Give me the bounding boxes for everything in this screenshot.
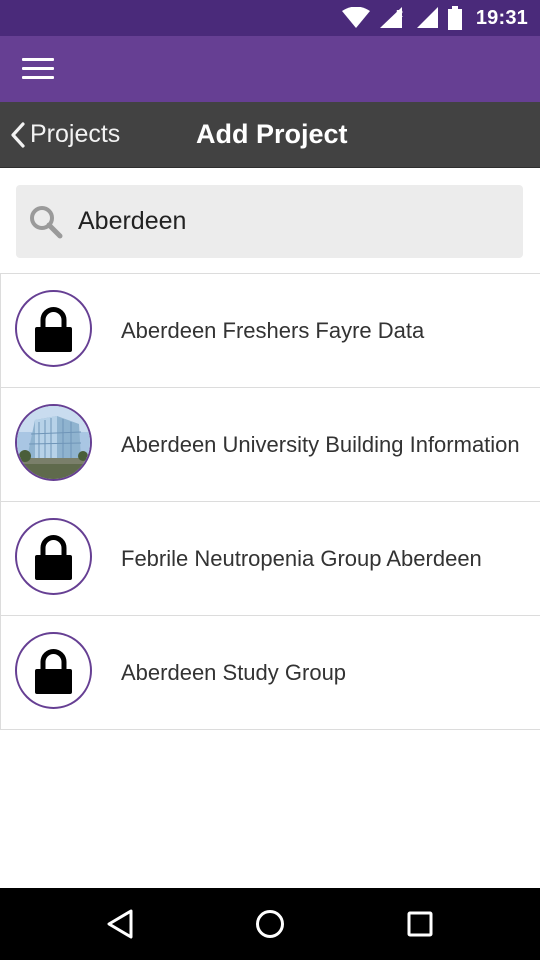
project-list: Aberdeen Freshers Fayre Data Aberdeen Un…: [0, 273, 540, 730]
cell-signal-roaming-icon: R: [379, 7, 403, 28]
recents-square-icon[interactable]: [380, 888, 460, 960]
project-name: Febrile Neutropenia Group Aberdeen: [121, 546, 482, 571]
project-name: Aberdeen University Building Information: [121, 432, 520, 457]
status-icons: R 19:31: [341, 0, 528, 36]
wifi-icon: [341, 7, 370, 28]
roaming-indicator: R: [396, 9, 403, 20]
list-item[interactable]: Aberdeen Freshers Fayre Data: [0, 274, 540, 388]
list-item[interactable]: Febrile Neutropenia Group Aberdeen: [0, 502, 540, 616]
avatar: [15, 518, 92, 595]
back-button-label: Projects: [30, 120, 121, 148]
lock-icon: [35, 307, 72, 352]
app-bar: [0, 36, 540, 102]
search-box[interactable]: [16, 185, 523, 258]
building-photo-icon: [17, 406, 90, 479]
page-title: Add Project: [196, 119, 348, 149]
back-triangle-icon[interactable]: [80, 888, 160, 960]
project-name: Aberdeen Freshers Fayre Data: [121, 318, 425, 343]
back-button[interactable]: Projects: [10, 102, 120, 167]
android-nav-bar: [0, 888, 540, 960]
list-item[interactable]: Aberdeen Study Group: [0, 616, 540, 730]
avatar: [15, 632, 92, 709]
avatar: [15, 404, 92, 481]
list-item[interactable]: Aberdeen University Building Information: [0, 388, 540, 502]
nav-bar: Projects Add Project: [0, 102, 540, 168]
search-icon: [30, 205, 63, 238]
lock-icon: [35, 649, 72, 694]
battery-icon: [447, 6, 462, 30]
status-time: 19:31: [475, 6, 528, 29]
status-bar: R 19:31: [0, 0, 540, 36]
hamburger-menu-icon[interactable]: [22, 56, 56, 82]
avatar: [15, 290, 92, 367]
project-name: Aberdeen Study Group: [121, 660, 347, 685]
home-circle-icon[interactable]: [230, 888, 310, 960]
cell-signal-icon: [416, 7, 438, 28]
search-area: [0, 168, 540, 273]
lock-icon: [35, 535, 72, 580]
chevron-left-icon: [11, 121, 25, 148]
search-input[interactable]: [76, 206, 500, 237]
